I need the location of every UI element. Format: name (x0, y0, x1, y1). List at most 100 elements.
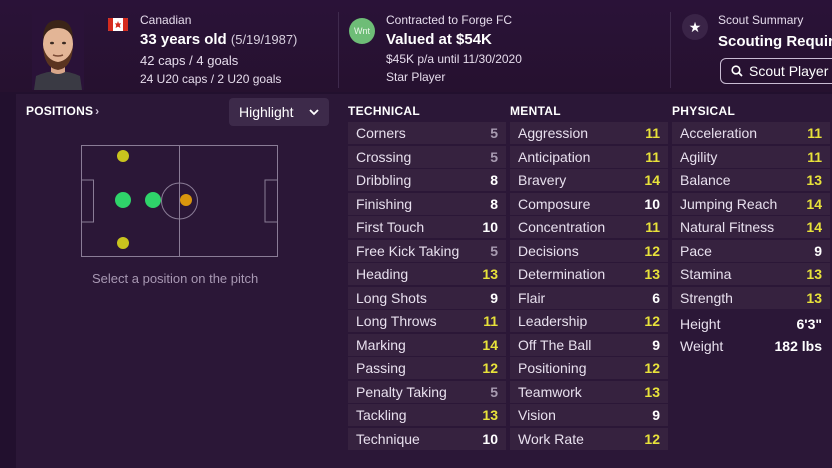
attribute-name: Dribbling (356, 172, 412, 188)
physical-attribute-row[interactable]: Acceleration 11 (672, 122, 830, 144)
attribute-value: 12 (644, 313, 660, 329)
attribute-value: 6 (652, 289, 660, 306)
technical-attribute-row[interactable]: Passing 12 (348, 357, 506, 379)
physical-attribute-row[interactable]: Jumping Reach 14 (672, 192, 830, 215)
attribute-name: Aggression (518, 125, 589, 141)
player-portrait[interactable] (32, 10, 84, 90)
attribute-name: Teamwork (518, 383, 582, 400)
pitch-hint-text: Select a position on the pitch (92, 271, 259, 286)
attribute-value: 9 (652, 407, 660, 423)
mental-attribute-row[interactable]: Bravery 14 (510, 169, 668, 191)
search-icon (731, 59, 743, 83)
technical-attribute-row[interactable]: Corners 5 (348, 122, 506, 144)
attribute-value: 14 (482, 336, 498, 353)
scout-player-button[interactable]: Scout Player (720, 58, 832, 84)
technical-attribute-row[interactable]: First Touch 10 (348, 216, 506, 238)
technical-attribute-row[interactable]: Dribbling 8 (348, 169, 506, 191)
attribute-value: 12 (482, 360, 498, 376)
position-dot-dcr[interactable] (117, 237, 129, 249)
canada-flag-icon (108, 18, 128, 31)
attribute-value: 14 (644, 172, 660, 188)
positions-title[interactable]: POSITIONS › (26, 104, 99, 118)
technical-attribute-row[interactable]: Finishing 8 (348, 192, 506, 215)
attribute-value: 13 (806, 172, 822, 188)
attribute-name: Leadership (518, 313, 588, 329)
highlight-dropdown-label: Highlight (239, 104, 294, 120)
position-dot-dcl[interactable] (117, 150, 129, 162)
attribute-name: Heading (356, 266, 409, 282)
physical-header: PHYSICAL (672, 104, 736, 118)
physical-attribute-row[interactable]: Pace 9 (672, 239, 830, 262)
technical-attribute-row[interactable]: Free Kick Taking 5 (348, 239, 506, 262)
mental-attribute-row[interactable]: Concentration 11 (510, 216, 668, 238)
mental-attribute-row[interactable]: Anticipation 11 (510, 145, 668, 168)
attribute-value: 13 (644, 266, 660, 282)
attribute-name: Positioning (518, 360, 587, 376)
mental-attribute-row[interactable]: Decisions 12 (510, 239, 668, 262)
mental-attribute-row[interactable]: Work Rate 12 (510, 427, 668, 450)
squad-status: Star Player (386, 70, 446, 84)
technical-attribute-row[interactable]: Penalty Taking 5 (348, 380, 506, 403)
attribute-name: Vision (518, 407, 556, 423)
scouting-status: Scouting Required (718, 33, 832, 50)
attribute-name: Corners (356, 125, 406, 141)
header-divider (338, 12, 339, 88)
highlight-dropdown[interactable]: Highlight (229, 98, 329, 126)
attribute-name: Agility (680, 148, 718, 165)
position-pitch[interactable] (81, 145, 278, 257)
weight-label: Weight (680, 338, 724, 354)
mental-attribute-row[interactable]: Teamwork 13 (510, 380, 668, 403)
nationality-label[interactable]: Canadian (140, 13, 191, 27)
attribute-value: 11 (807, 125, 822, 141)
attribute-value: 8 (490, 172, 498, 188)
attribute-name: Long Shots (356, 289, 427, 306)
mental-attribute-row[interactable]: Positioning 12 (510, 357, 668, 379)
mental-attribute-row[interactable]: Flair 6 (510, 286, 668, 309)
position-dot-dm[interactable] (145, 192, 161, 208)
mental-attribute-row[interactable]: Leadership 12 (510, 310, 668, 332)
physical-attribute-row[interactable]: Agility 11 (672, 145, 830, 168)
technical-attribute-row[interactable]: Tackling 13 (348, 404, 506, 426)
contract-status-badge: Wnt (349, 18, 375, 44)
technical-attribute-row[interactable]: Marking 14 (348, 333, 506, 356)
technical-attribute-row[interactable]: Crossing 5 (348, 145, 506, 168)
mental-attribute-row[interactable]: Composure 10 (510, 192, 668, 215)
date-of-birth: (5/19/1987) (230, 32, 298, 47)
weight-value: 182 lbs (774, 338, 822, 354)
age-label: 33 years old (5/19/1987) (140, 31, 297, 48)
attribute-value: 10 (482, 219, 498, 235)
position-dot-mc[interactable] (180, 194, 192, 206)
technical-attribute-row[interactable]: Long Shots 9 (348, 286, 506, 309)
mental-attribute-row[interactable]: Off The Ball 9 (510, 333, 668, 356)
player-header: Canadian 33 years old (5/19/1987) 42 cap… (0, 0, 832, 92)
attribute-name: Acceleration (680, 125, 758, 141)
physical-attribute-row[interactable]: Strength 13 (672, 286, 830, 309)
position-dot-dc[interactable] (115, 192, 131, 208)
attribute-value: 10 (482, 430, 498, 447)
technical-attribute-row[interactable]: Heading 13 (348, 263, 506, 285)
mental-attribute-row[interactable]: Aggression 11 (510, 122, 668, 144)
attribute-value: 5 (490, 383, 498, 400)
attribute-value: 11 (645, 148, 660, 165)
mental-attribute-row[interactable]: Vision 9 (510, 404, 668, 426)
attribute-name: Flair (518, 289, 546, 306)
attribute-value: 9 (652, 336, 660, 353)
chevron-right-icon: › (95, 104, 100, 118)
age-value: 33 years old (140, 31, 227, 48)
physical-attribute-row[interactable]: Balance 13 (672, 169, 830, 191)
attribute-value: 9 (490, 289, 498, 306)
attribute-value: 10 (644, 195, 660, 212)
attribute-value: 11 (483, 313, 498, 329)
technical-attribute-row[interactable]: Technique 10 (348, 427, 506, 450)
physical-attribute-row[interactable]: Stamina 13 (672, 263, 830, 285)
weight-row: Weight 182 lbs (672, 335, 830, 357)
technical-attribute-row[interactable]: Long Throws 11 (348, 310, 506, 332)
scout-summary-title: Scout Summary (718, 13, 804, 27)
physical-attribute-row[interactable]: Natural Fitness 14 (672, 216, 830, 238)
player-value: Valued at $54K (386, 31, 492, 48)
contract-label[interactable]: Contracted to Forge FC (386, 13, 512, 27)
attribute-name: Work Rate (518, 430, 584, 447)
attribute-value: 12 (644, 430, 660, 447)
mental-attribute-row[interactable]: Determination 13 (510, 263, 668, 285)
attribute-name: Composure (518, 195, 591, 212)
